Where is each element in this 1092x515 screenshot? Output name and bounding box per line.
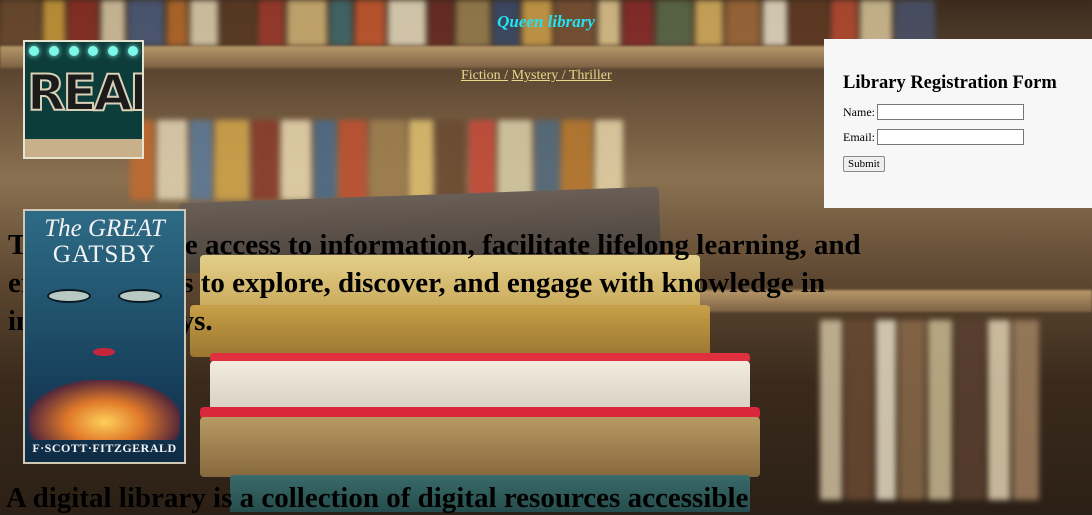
logo-word: READ! [26,63,142,123]
registration-form: Library Registration Form Name: Email: S… [824,39,1092,208]
site-title: Queen library [497,12,595,31]
intro-heading: A digital library is a collection of dig… [6,482,749,514]
great-gatsby-cover-image: The GREAT GATSBY F·SCOTT·FITZGERALD [23,209,186,464]
cover-lips [93,348,115,356]
email-input[interactable] [877,129,1024,145]
cover-eyes [47,289,162,303]
name-row: Name: [843,104,1092,120]
read-logo-image: READ! [23,40,144,159]
submit-button[interactable]: Submit [843,156,885,172]
form-title: Library Registration Form [843,73,1057,93]
nav-link-fiction[interactable]: Fiction / [461,68,508,83]
cover-title-line1: The GREAT [44,215,165,242]
logo-lights [29,46,138,56]
email-label: Email: [843,129,875,144]
cover-title-line2: GATSBY [52,241,157,268]
genre-nav: Fiction / Mystery / Thriller [461,68,612,84]
cover-author: F·SCOTT·FITZGERALD [32,441,177,455]
nav-link-mystery-thriller[interactable]: Mystery / Thriller [512,68,612,83]
name-label: Name: [843,104,875,119]
email-row: Email: [843,129,1092,145]
name-input[interactable] [877,104,1024,120]
cover-city-lights [29,380,180,440]
right-shelf-books [820,320,1092,500]
